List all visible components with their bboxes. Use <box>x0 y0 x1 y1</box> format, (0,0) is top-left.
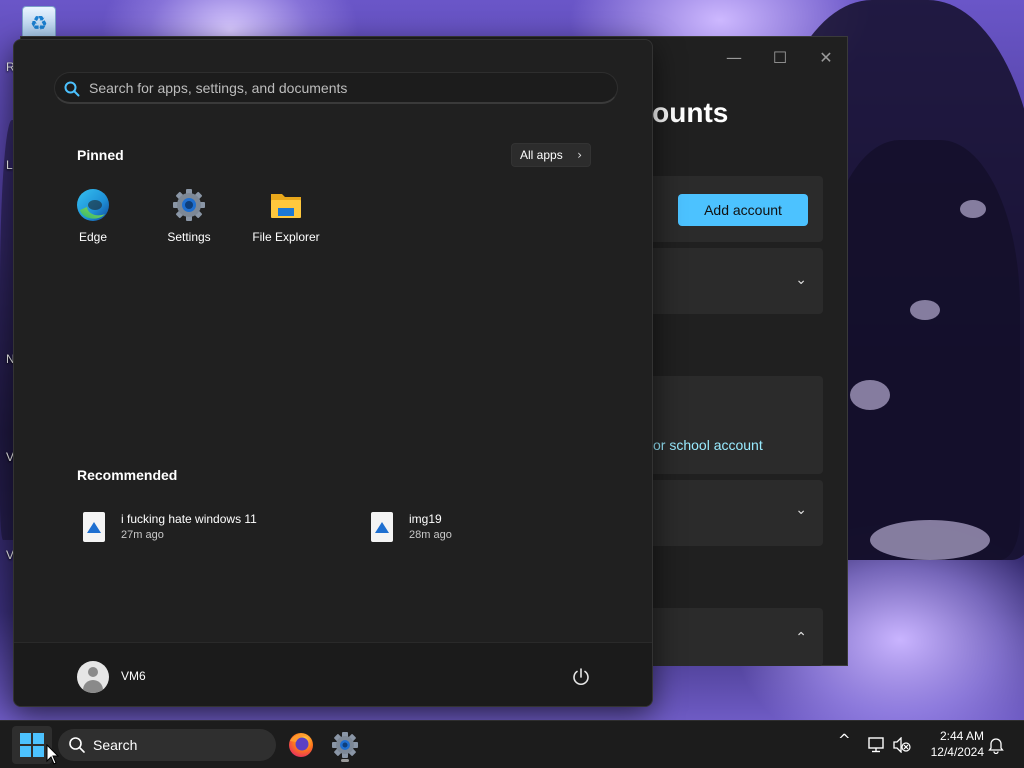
volume-muted-icon[interactable] <box>893 737 911 753</box>
chevron-down-icon: ⌄ <box>795 502 807 518</box>
pinned-title: Pinned <box>77 147 124 163</box>
user-name[interactable]: VM6 <box>121 669 146 683</box>
settings-gear-icon <box>332 732 358 758</box>
mouse-cursor-icon <box>46 744 60 765</box>
edge-icon <box>77 189 109 221</box>
start-search-box[interactable] <box>54 72 618 104</box>
recommended-title: Recommended <box>77 467 178 483</box>
recommended-item-name: i fucking hate windows 11 <box>121 512 257 526</box>
running-indicator <box>341 759 349 762</box>
search-icon <box>64 81 80 97</box>
firefox-icon <box>289 733 313 757</box>
taskbar-app-settings[interactable] <box>328 728 362 762</box>
chevron-down-icon: ⌄ <box>795 272 807 288</box>
all-apps-button[interactable]: All apps › <box>511 143 591 167</box>
chevron-right-icon: › <box>577 148 582 162</box>
minimize-button[interactable]: — <box>711 43 757 73</box>
taskbar-search[interactable]: Search <box>58 729 276 761</box>
clock-date: 12/4/2024 <box>930 745 984 759</box>
recommended-item[interactable]: i fucking hate windows 11 27m ago <box>77 510 337 550</box>
taskbar-search-label: Search <box>93 737 138 753</box>
sign-in-link[interactable]: or school account <box>653 437 763 453</box>
image-file-icon <box>83 512 105 542</box>
desktop-icon-label: L <box>6 158 13 172</box>
taskbar: Search ^ 2:44 AM 12/4/2024 <box>0 720 1024 768</box>
taskbar-app-firefox[interactable] <box>284 728 318 762</box>
pinned-app-label: Edge <box>78 230 108 244</box>
notification-bell-icon[interactable] <box>988 736 1004 754</box>
search-input[interactable] <box>89 76 609 100</box>
start-menu: Pinned All apps › Edge <box>13 39 653 707</box>
all-apps-label: All apps <box>520 148 563 162</box>
show-hidden-icons-chevron-icon[interactable]: ^ <box>838 731 851 749</box>
close-button[interactable]: ✕ <box>803 43 849 73</box>
pinned-app-label: File Explorer <box>252 230 320 244</box>
recommended-item-time: 27m ago <box>121 529 164 541</box>
pinned-app-file-explorer[interactable]: File Explorer <box>238 188 334 252</box>
recommended-item[interactable]: img19 28m ago <box>365 510 625 550</box>
pinned-app-settings[interactable]: Settings <box>141 188 237 252</box>
clock[interactable]: 2:44 AM 12/4/2024 <box>920 728 984 760</box>
pinned-app-edge[interactable]: Edge <box>45 188 141 252</box>
settings-gear-icon <box>173 189 205 221</box>
folder-icon <box>271 194 301 218</box>
search-icon <box>69 737 85 753</box>
recommended-item-time: 28m ago <box>409 529 452 541</box>
image-file-icon <box>371 512 393 542</box>
add-account-button[interactable]: Add account <box>678 194 808 226</box>
user-avatar[interactable] <box>77 661 109 693</box>
windows-logo-icon <box>20 733 44 757</box>
pinned-app-label: Settings <box>167 230 211 244</box>
recommended-item-name: img19 <box>409 512 442 526</box>
recycle-bin-icon[interactable] <box>22 6 56 40</box>
power-icon[interactable] <box>570 666 592 688</box>
start-footer: VM6 <box>14 642 652 706</box>
maximize-button[interactable]: ☐ <box>757 43 803 73</box>
chevron-up-icon: ⌃ <box>795 630 807 646</box>
clock-time: 2:44 AM <box>939 729 984 743</box>
network-icon[interactable] <box>868 737 886 753</box>
